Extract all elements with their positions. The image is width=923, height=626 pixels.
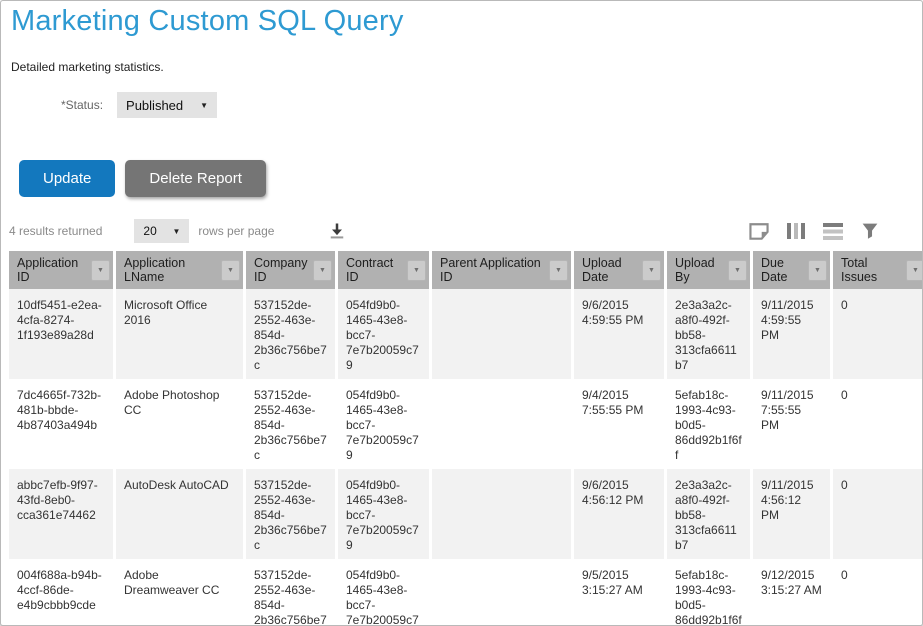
table-cell: 9/12/2015 3:15:27 AM [753, 559, 830, 626]
table-cell: 10df5451-e2ea-4cfa-8274-1f193e89a28d [9, 289, 113, 379]
column-header: Due Date▼ [753, 251, 830, 289]
table-row[interactable]: 004f688a-b94b-4ccf-86de-e4b9cbbb9cdeAdob… [9, 559, 923, 626]
column-header-label: Parent Application ID [440, 256, 545, 284]
column-filter-button[interactable]: ▼ [728, 260, 747, 281]
table-cell: 7dc4665f-732b-481b-bbde-4b87403a494b [9, 379, 113, 469]
page-title: Marketing Custom SQL Query [11, 5, 922, 38]
table-cell: 0 [833, 289, 923, 379]
table-cell: 054fd9b0-1465-43e8-bcc7-7e7b20059c79 [338, 289, 429, 379]
table-cell: 054fd9b0-1465-43e8-bcc7-7e7b20059c79 [338, 559, 429, 626]
column-header-label: Total Issues [841, 256, 902, 284]
rows-per-page-label: rows per page [198, 224, 274, 238]
table-cell: Adobe Dreamweaver CC [116, 559, 243, 626]
column-header: Application ID▼ [9, 251, 113, 289]
table-cell: 2e3a3a2c-a8f0-492f-bb58-313cfa6611b7 [667, 469, 750, 559]
rows-icon[interactable] [821, 220, 845, 242]
column-filter-button[interactable]: ▼ [407, 260, 426, 281]
table-row[interactable]: 10df5451-e2ea-4cfa-8274-1f193e89a28dMicr… [9, 289, 923, 379]
table-cell: 9/6/2015 4:59:55 PM [574, 289, 664, 379]
page-subtitle: Detailed marketing statistics. [11, 60, 922, 74]
status-label: *Status: [61, 98, 103, 112]
table-cell: 9/11/2015 7:55:55 PM [753, 379, 830, 469]
table-cell [432, 289, 571, 379]
table-cell: 004f688a-b94b-4ccf-86de-e4b9cbbb9cde [9, 559, 113, 626]
column-header-label: Application LName [124, 256, 217, 284]
results-table: Application ID▼Application LName▼Company… [6, 251, 923, 626]
column-header-label: Company ID [254, 256, 309, 284]
results-count: 4 results returned [9, 224, 102, 238]
table-cell: Microsoft Office 2016 [116, 289, 243, 379]
column-header-label: Contract ID [346, 256, 403, 284]
update-button[interactable]: Update [19, 160, 115, 197]
table-cell: 0 [833, 469, 923, 559]
table-cell: Adobe Photoshop CC [116, 379, 243, 469]
table-cell [432, 559, 571, 626]
page-size-select[interactable]: 20 ▼ [134, 219, 189, 243]
column-filter-button[interactable]: ▼ [313, 260, 332, 281]
action-buttons: Update Delete Report [19, 160, 922, 197]
grid-toolbar: 4 results returned 20 ▼ rows per page [9, 218, 914, 244]
table-cell: 537152de-2552-463e-854d-2b36c756be7c [246, 469, 335, 559]
column-filter-button[interactable]: ▼ [549, 260, 568, 281]
table-row[interactable]: 7dc4665f-732b-481b-bbde-4b87403a494bAdob… [9, 379, 923, 469]
table-cell: 537152de-2552-463e-854d-2b36c756be7c [246, 379, 335, 469]
table-cell: 0 [833, 379, 923, 469]
column-filter-button[interactable]: ▼ [221, 260, 240, 281]
columns-icon[interactable] [784, 220, 808, 242]
table-cell: AutoDesk AutoCAD [116, 469, 243, 559]
column-header: Parent Application ID▼ [432, 251, 571, 289]
table-cell [432, 379, 571, 469]
column-filter-button[interactable]: ▼ [642, 260, 661, 281]
filter-icon[interactable] [858, 220, 882, 242]
table-cell: abbc7efb-9f97-43fd-8eb0-cca361e74462 [9, 469, 113, 559]
column-header: Upload Date▼ [574, 251, 664, 289]
table-cell: 0 [833, 559, 923, 626]
table-cell: 5efab18c-1993-4c93-b0d5-86dd92b1f6ff [667, 559, 750, 626]
column-header: Contract ID▼ [338, 251, 429, 289]
column-header: Company ID▼ [246, 251, 335, 289]
page-size-value: 20 [143, 224, 156, 238]
table-cell: 9/11/2015 4:59:55 PM [753, 289, 830, 379]
column-header: Upload By▼ [667, 251, 750, 289]
column-header: Application LName▼ [116, 251, 243, 289]
column-header-label: Application ID [17, 256, 87, 284]
table-cell: 5efab18c-1993-4c93-b0d5-86dd92b1f6ff [667, 379, 750, 469]
table-cell: 9/4/2015 7:55:55 PM [574, 379, 664, 469]
table-cell: 054fd9b0-1465-43e8-bcc7-7e7b20059c79 [338, 469, 429, 559]
report-page: Marketing Custom SQL Query Detailed mark… [0, 0, 923, 626]
table-row[interactable]: abbc7efb-9f97-43fd-8eb0-cca361e74462Auto… [9, 469, 923, 559]
status-row: *Status: Published ▼ [61, 92, 922, 118]
column-header-label: Due Date [761, 256, 804, 284]
page-icon[interactable] [747, 220, 771, 242]
table-cell: 9/6/2015 4:56:12 PM [574, 469, 664, 559]
table-cell: 537152de-2552-463e-854d-2b36c756be7c [246, 559, 335, 626]
table-header-row: Application ID▼Application LName▼Company… [9, 251, 923, 289]
delete-report-button[interactable]: Delete Report [125, 160, 266, 197]
table-cell: 9/11/2015 4:56:12 PM [753, 469, 830, 559]
status-select-value: Published [126, 98, 183, 113]
table-cell: 9/5/2015 3:15:27 AM [574, 559, 664, 626]
table-cell: 2e3a3a2c-a8f0-492f-bb58-313cfa6611b7 [667, 289, 750, 379]
table-cell: 054fd9b0-1465-43e8-bcc7-7e7b20059c79 [338, 379, 429, 469]
grid-view-icons [747, 220, 882, 242]
chevron-down-icon: ▼ [200, 101, 208, 110]
table-cell: 537152de-2552-463e-854d-2b36c756be7c [246, 289, 335, 379]
column-filter-button[interactable]: ▼ [906, 260, 923, 281]
column-header: Total Issues▼ [833, 251, 923, 289]
column-filter-button[interactable]: ▼ [91, 260, 110, 281]
download-icon[interactable] [322, 218, 352, 244]
column-filter-button[interactable]: ▼ [808, 260, 827, 281]
chevron-down-icon: ▼ [172, 227, 180, 236]
column-header-label: Upload Date [582, 256, 638, 284]
table-cell [432, 469, 571, 559]
column-header-label: Upload By [675, 256, 724, 284]
status-select[interactable]: Published ▼ [117, 92, 217, 118]
